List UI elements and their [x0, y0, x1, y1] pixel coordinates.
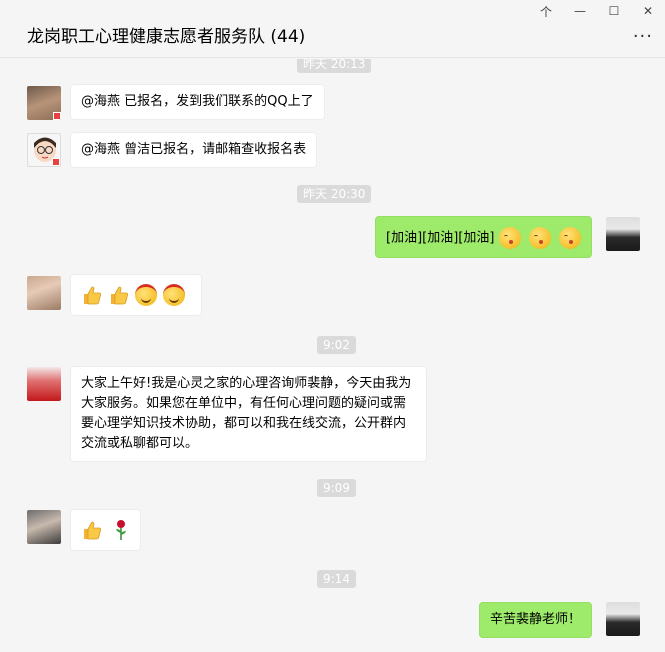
kiss-emoji-icon: [499, 227, 522, 249]
avatar[interactable]: [27, 510, 61, 544]
my-message-bubble[interactable]: [加油][加油][加油]: [375, 216, 593, 258]
devil-emoji-icon: [163, 284, 185, 306]
my-avatar[interactable]: [606, 602, 640, 636]
thumbs-up-emoji-icon: [111, 286, 128, 305]
avatar[interactable]: [27, 86, 61, 120]
rose-emoji-icon: [116, 520, 126, 540]
message-bubble[interactable]: [70, 509, 141, 551]
timestamp: 昨天 20:30: [297, 185, 372, 203]
timestamp: 昨天 20:13: [297, 59, 372, 73]
window-controls: 个 — ☐ ✕: [529, 0, 665, 22]
kiss-emoji-icon: [529, 227, 552, 249]
devil-emoji-icon: [135, 284, 157, 306]
kiss-emoji-icon: [559, 227, 582, 249]
timestamp: 9:02: [317, 336, 356, 354]
my-avatar[interactable]: [606, 217, 640, 251]
chat-title: 龙岗职工心理健康志愿者服务队 (44): [27, 27, 306, 47]
avatar[interactable]: [27, 367, 61, 401]
thumbs-up-emoji-icon: [84, 521, 101, 540]
message-text: [加油][加油][加油]: [386, 230, 495, 246]
avatar[interactable]: [27, 133, 61, 167]
my-message-bubble[interactable]: 辛苦裴静老师！: [479, 602, 593, 638]
title-bar: 龙岗职工心理健康志愿者服务队 (44) 个 — ☐ ✕ ···: [0, 0, 665, 58]
message-bubble[interactable]: @海燕 已报名，发到我们联系的QQ上了: [70, 84, 325, 120]
message-list[interactable]: 昨天 20:13 @海燕 已报名，发到我们联系的QQ上了 @海燕 曾洁已报名，请…: [0, 59, 665, 652]
message-bubble[interactable]: @海燕 曾洁已报名，请邮箱查收报名表: [70, 132, 318, 168]
avatar[interactable]: [27, 276, 61, 310]
message-bubble[interactable]: [70, 274, 202, 316]
chat-window: 龙岗职工心理健康志愿者服务队 (44) 个 — ☐ ✕ ··· 昨天 20:13…: [0, 0, 665, 652]
thumbs-up-emoji-icon: [84, 286, 101, 305]
more-options-icon[interactable]: ···: [633, 26, 653, 47]
maximize-icon[interactable]: ☐: [597, 0, 631, 22]
timestamp: 9:09: [317, 479, 356, 497]
member-badge-icon: [53, 112, 61, 120]
close-icon[interactable]: ✕: [631, 0, 665, 22]
minimize-icon[interactable]: —: [563, 0, 597, 22]
pin-icon[interactable]: 个: [529, 0, 563, 22]
message-bubble[interactable]: 大家上午好!我是心灵之家的心理咨询师裴静，今天由我为大家服务。如果您在单位中，有…: [70, 366, 427, 462]
timestamp: 9:14: [317, 570, 356, 588]
member-badge-icon: [52, 158, 60, 166]
